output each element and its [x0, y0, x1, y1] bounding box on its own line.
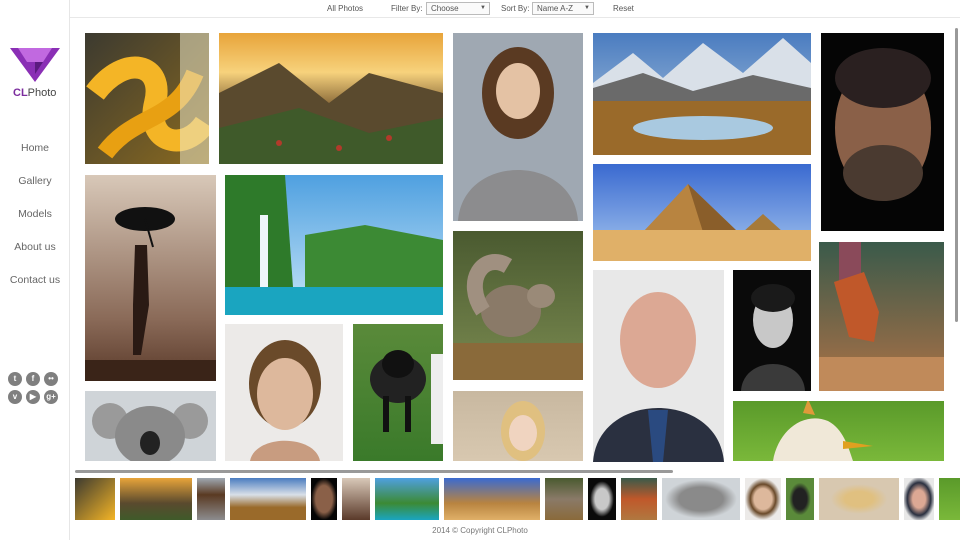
thumb-woman-portrait[interactable] [197, 478, 225, 520]
main-nav: Home Gallery Models About us Contact us [0, 140, 70, 305]
social-links: t f •• v ▶ g+ [8, 372, 64, 404]
thumb-man-face[interactable] [311, 478, 337, 520]
sort-value: Name A-Z [537, 4, 574, 13]
nav-about-us[interactable]: About us [0, 239, 70, 272]
photo-blonde-girl[interactable] [453, 391, 583, 461]
all-photos-link[interactable]: All Photos [327, 4, 363, 13]
thumb-shoes[interactable] [621, 478, 657, 520]
photo-pyramid[interactable] [593, 164, 811, 261]
thumb-blonde-girl[interactable] [819, 478, 899, 520]
photo-shoes[interactable] [819, 242, 944, 391]
photo-woman-portrait[interactable] [453, 33, 583, 221]
sort-label: Sort By: [501, 4, 530, 13]
googleplus-icon[interactable]: g+ [44, 390, 58, 404]
sort-select[interactable]: Name A-Z ▼ [532, 2, 594, 15]
photo-umbrella-girl[interactable] [85, 175, 216, 381]
filter-toolbar: All Photos Filter By: Choose ▼ Sort By: N… [70, 0, 960, 18]
photo-koala[interactable] [85, 391, 216, 461]
sidebar: CLPhoto Home Gallery Models About us Con… [0, 0, 70, 540]
thumb-mountain-lake[interactable] [230, 478, 306, 520]
nav-models[interactable]: Models [0, 206, 70, 239]
twitter-icon[interactable]: t [8, 372, 22, 386]
vertical-scrollbar[interactable] [955, 28, 958, 322]
photo-squirrel[interactable] [453, 231, 583, 380]
photo-young-man[interactable] [733, 270, 811, 391]
flickr-icon[interactable]: •• [44, 372, 58, 386]
filter-select[interactable]: Choose ▼ [426, 2, 490, 15]
thumb-businessman[interactable] [904, 478, 934, 520]
thumb-mountain-sunset[interactable] [120, 478, 192, 520]
thumb-koala[interactable] [662, 478, 740, 520]
brand-name[interactable]: CLPhoto [13, 87, 56, 99]
filter-value: Choose [431, 4, 459, 13]
thumb-rope[interactable] [75, 478, 115, 520]
copyright-footer: 2014 © Copyright CLPhoto [432, 526, 528, 535]
thumb-pyramid[interactable] [444, 478, 540, 520]
nav-contact-us[interactable]: Contact us [0, 272, 70, 305]
photo-businessman[interactable] [593, 270, 724, 462]
photo-man-face[interactable] [821, 33, 944, 231]
photo-short-hair-woman[interactable] [225, 324, 343, 461]
nav-home[interactable]: Home [0, 140, 70, 173]
thumbnail-strip [70, 476, 960, 522]
vimeo-icon[interactable]: v [8, 390, 22, 404]
photo-bird[interactable] [733, 401, 944, 461]
youtube-icon[interactable]: ▶ [26, 390, 40, 404]
brand-cl: CL [13, 87, 28, 99]
thumb-young-man[interactable] [588, 478, 616, 520]
nav-gallery[interactable]: Gallery [0, 173, 70, 206]
photo-waterfall[interactable] [225, 175, 443, 315]
clphoto-logo[interactable] [10, 48, 60, 84]
filter-label: Filter By: [391, 4, 423, 13]
brand-photo: Photo [27, 87, 57, 99]
thumb-umbrella-girl[interactable] [342, 478, 370, 520]
thumb-waterfall[interactable] [375, 478, 439, 520]
photo-mountain-lake[interactable] [593, 33, 811, 155]
thumb-sheep[interactable] [786, 478, 814, 520]
photo-sheep[interactable] [353, 324, 443, 461]
photo-mountain-sunset[interactable] [219, 33, 443, 164]
facebook-icon[interactable]: f [26, 372, 40, 386]
chevron-down-icon: ▼ [480, 5, 486, 11]
reset-link[interactable]: Reset [613, 4, 634, 13]
photo-rope[interactable] [85, 33, 209, 164]
horizontal-scrollbar[interactable] [75, 470, 673, 473]
thumb-short-hair-woman[interactable] [745, 478, 781, 520]
photo-grid [70, 18, 960, 466]
chevron-down-icon: ▼ [584, 5, 590, 11]
thumb-bird[interactable] [939, 478, 960, 520]
thumb-squirrel[interactable] [545, 478, 583, 520]
